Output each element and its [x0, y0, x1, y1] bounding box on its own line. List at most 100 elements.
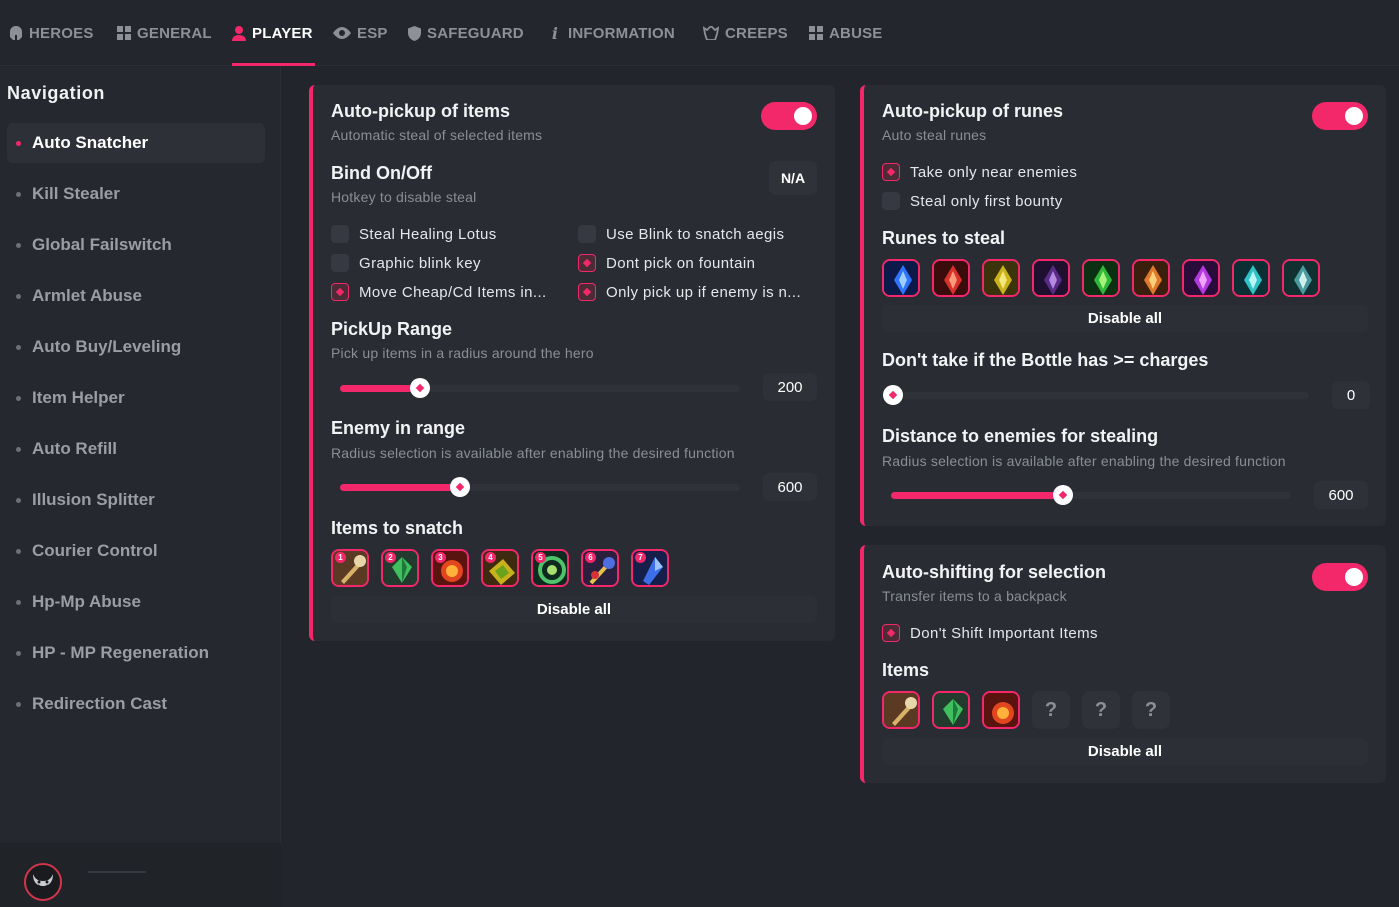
sidebar-item-hp-mp-regeneration[interactable]: HP - MP Regeneration [7, 633, 265, 673]
item-gem-icon[interactable]: 4 [481, 549, 519, 587]
auto-shifting-toggle[interactable] [1312, 563, 1368, 591]
runes-disable-all-button[interactable]: Disable all [882, 305, 1368, 332]
bullet-icon [16, 549, 21, 554]
shift-items-row: ? ? ? [882, 691, 1170, 729]
avatar[interactable] [24, 863, 62, 901]
sidebar-item-auto-refill[interactable]: Auto Refill [7, 429, 265, 469]
item-emerald-icon[interactable] [932, 691, 970, 729]
sidebar-item-item-helper[interactable]: Item Helper [7, 378, 265, 418]
distance-enemies-slider[interactable] [891, 485, 1291, 505]
sidebar-item-hp-mp-abuse[interactable]: Hp-Mp Abuse [7, 582, 265, 622]
take-near-enemies-checkbox[interactable]: Take only near enemies [882, 163, 1077, 181]
item-order-badge: 3 [435, 552, 446, 563]
sidebar-item-armlet-abuse[interactable]: Armlet Abuse [7, 276, 265, 316]
checkbox-label: Dont pick on fountain [606, 254, 756, 272]
tab-heroes[interactable]: HEROES [9, 0, 94, 66]
pickup-range-value[interactable]: 200 [763, 373, 817, 401]
rune-water-icon[interactable] [1232, 259, 1270, 297]
item-order-badge: 7 [635, 552, 646, 563]
rune-arcane-icon[interactable] [1132, 259, 1170, 297]
empty-slot-question-icon[interactable]: ? [1082, 691, 1120, 729]
checkbox-box [882, 192, 900, 210]
checkbox-label: Use Blink to snatch aegis [606, 225, 785, 243]
tab-abuse-label: ABUSE [829, 24, 883, 42]
item-aegis-icon[interactable] [882, 691, 920, 729]
slider-knob[interactable] [1053, 485, 1073, 505]
rune-dd-icon[interactable] [932, 259, 970, 297]
tab-general-label: GENERAL [137, 24, 212, 42]
tab-esp[interactable]: ESP [333, 0, 388, 66]
pickup-range-slider[interactable] [340, 378, 740, 398]
pickup-range-subtitle: Pick up items in a radius around the her… [331, 345, 594, 361]
slider-knob[interactable] [450, 477, 470, 497]
sidebar-item-courier-control[interactable]: Courier Control [7, 531, 265, 571]
dont-pick-fountain-checkbox[interactable]: Dont pick on fountain [578, 254, 755, 272]
distance-enemies-value[interactable]: 600 [1314, 481, 1368, 509]
shift-panel-title: Auto-shifting for selection [882, 562, 1106, 582]
tab-safeguard[interactable]: SAFEGUARD [407, 0, 524, 66]
tab-creeps[interactable]: CREEPS [703, 0, 788, 66]
use-blink-aegis-checkbox[interactable]: Use Blink to snatch aegis [578, 225, 784, 243]
items-pickup-toggle[interactable] [761, 102, 817, 130]
empty-slot-question-icon[interactable]: ? [1032, 691, 1070, 729]
tab-general[interactable]: GENERAL [117, 0, 212, 66]
slider-track [893, 392, 1309, 399]
slider-knob[interactable] [410, 378, 430, 398]
sidebar-item-auto-buy-leveling[interactable]: Auto Buy/Leveling [7, 327, 265, 367]
slider-knob[interactable] [883, 385, 903, 405]
checkbox-box [578, 225, 596, 243]
empty-slot-question-icon[interactable]: ? [1132, 691, 1170, 729]
items-disable-all-button[interactable]: Disable all [331, 596, 817, 623]
sidebar-item-redirection-cast[interactable]: Redirection Cast [7, 684, 265, 724]
sidebar-item-illusion-splitter[interactable]: Illusion Splitter [7, 480, 265, 520]
sidebar-item-auto-snatcher[interactable]: Auto Snatcher [7, 123, 265, 163]
checkbox-box [331, 254, 349, 272]
checkbox-label: Steal only first bounty [910, 192, 1063, 210]
bullet-icon [16, 447, 21, 452]
bind-hotkey-button[interactable]: N/A [769, 161, 817, 195]
auto-shifting-panel: Auto-shifting for selection Transfer ite… [860, 545, 1386, 783]
enemy-range-subtitle: Radius selection is available after enab… [331, 445, 735, 461]
rune-shield-icon[interactable] [1282, 259, 1320, 297]
dont-shift-important-checkbox[interactable]: Don't Shift Important Items [882, 624, 1098, 642]
rune-illusion-icon[interactable] [1182, 259, 1220, 297]
sidebar-item-kill-stealer[interactable]: Kill Stealer [7, 174, 265, 214]
items-pickup-panel: Auto-pickup of items Automatic steal of … [309, 85, 835, 641]
graphic-blink-key-checkbox[interactable]: Graphic blink key [331, 254, 481, 272]
item-crystal-icon[interactable]: 7 [631, 549, 669, 587]
sidebar-item-label: Kill Stealer [32, 184, 120, 203]
enemy-range-slider[interactable] [340, 477, 740, 497]
rune-bounty-icon[interactable] [982, 259, 1020, 297]
footer-divider [88, 871, 146, 873]
item-order-badge: 5 [535, 552, 546, 563]
item-staff-icon[interactable]: 6 [581, 549, 619, 587]
item-emerald-icon[interactable]: 2 [381, 549, 419, 587]
tab-abuse[interactable]: ABUSE [809, 0, 883, 66]
tab-player[interactable]: PLAYER [232, 0, 313, 66]
tab-esp-label: ESP [357, 24, 388, 42]
item-fire-icon[interactable] [982, 691, 1020, 729]
item-aegis-icon[interactable]: 1 [331, 549, 369, 587]
tab-information[interactable]: i INFORMATION [548, 0, 675, 66]
items-to-snatch-title: Items to snatch [331, 518, 464, 538]
rune-regeneration-icon[interactable] [1082, 259, 1120, 297]
move-cheap-items-checkbox[interactable]: Move Cheap/Cd Items in... [331, 283, 547, 301]
steal-first-bounty-checkbox[interactable]: Steal only first bounty [882, 192, 1063, 210]
enemy-range-title: Enemy in range [331, 418, 466, 438]
item-fire-icon[interactable]: 3 [431, 549, 469, 587]
sidebar-item-label: Courier Control [32, 541, 158, 560]
sidebar-item-label: Auto Refill [32, 439, 117, 458]
bottle-charges-value[interactable]: 0 [1332, 381, 1370, 409]
bottle-charges-slider[interactable] [883, 385, 1309, 405]
steal-healing-lotus-checkbox[interactable]: Steal Healing Lotus [331, 225, 497, 243]
checkbox-label: Move Cheap/Cd Items in... [359, 283, 547, 301]
shift-disable-all-button[interactable]: Disable all [882, 738, 1368, 765]
sidebar-item-global-failswitch[interactable]: Global Failswitch [7, 225, 265, 265]
rune-haste-icon[interactable] [882, 259, 920, 297]
runes-pickup-toggle[interactable] [1312, 102, 1368, 130]
enemy-range-value[interactable]: 600 [763, 473, 817, 501]
rune-invisibility-icon[interactable] [1032, 259, 1070, 297]
item-swirl-icon[interactable]: 5 [531, 549, 569, 587]
shift-items-title: Items [882, 660, 930, 680]
only-pick-enemy-checkbox[interactable]: Only pick up if enemy is n... [578, 283, 801, 301]
